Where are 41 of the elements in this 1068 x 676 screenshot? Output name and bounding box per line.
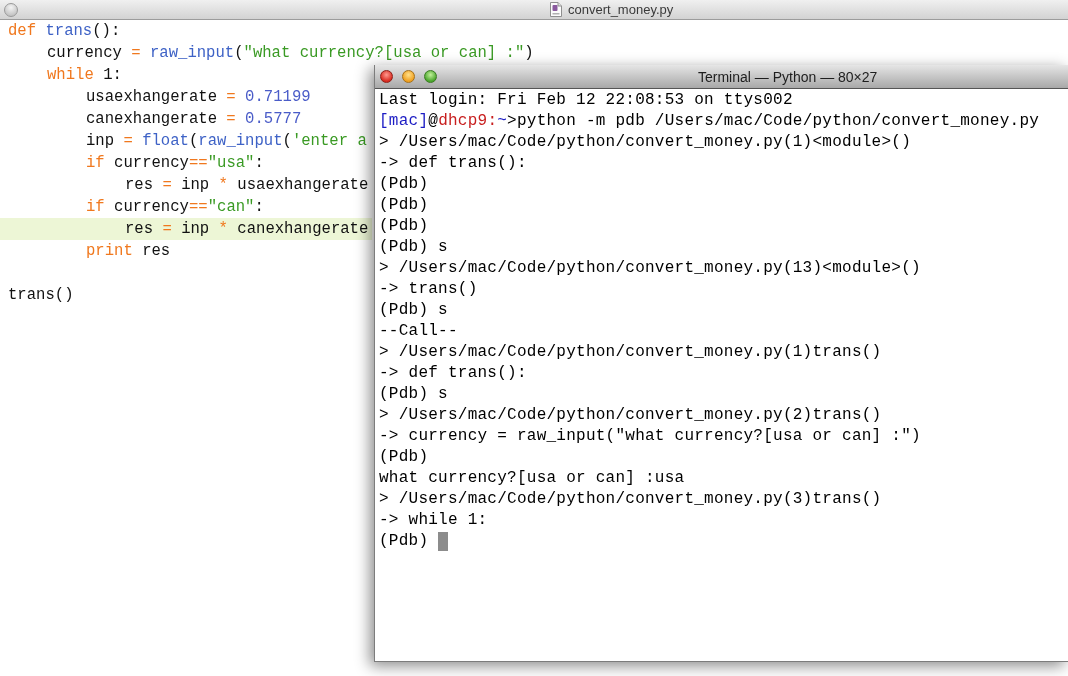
code-line: currency = raw_input("what currency?[usa or can] :") <box>47 44 534 62</box>
code-line: def trans(): <box>8 22 121 40</box>
terminal-line: > /Users/mac/Code/python/convert_money.py(13)<module>() <box>379 258 921 279</box>
terminal-line: -> while 1: <box>379 510 488 531</box>
terminal-line: Last login: Fri Feb 12 22:08:53 on ttys002 <box>379 90 793 111</box>
terminal-line: (Pdb) s <box>379 237 448 258</box>
terminal-line: -> def trans(): <box>379 363 527 384</box>
code-line: while 1: <box>47 66 122 84</box>
code-line: usaexhangerate = 0.71199 <box>86 88 311 106</box>
code-line: res = inp * canexhangerate <box>125 220 369 238</box>
text-cursor <box>438 532 449 551</box>
terminal-line: (Pdb) <box>379 531 429 552</box>
zoom-button[interactable] <box>424 70 437 83</box>
terminal-line: -> trans() <box>379 279 478 300</box>
terminal-line: (Pdb) <box>379 447 429 468</box>
code-line: inp = float(raw_input('enter a <box>86 132 367 150</box>
window-title: Terminal — Python — 80×27 <box>698 67 878 86</box>
code-line: res = inp * usaexhangerate <box>125 176 369 194</box>
code-line: canexhangerate = 0.5777 <box>86 110 302 128</box>
terminal-line: > /Users/mac/Code/python/convert_money.py(3)trans() <box>379 489 882 510</box>
code-line: if currency=="usa": <box>86 154 264 172</box>
minimize-button[interactable] <box>402 70 415 83</box>
close-button[interactable] <box>380 70 393 83</box>
code-line: if currency=="can": <box>86 198 264 216</box>
terminal-line: (Pdb) s <box>379 384 448 405</box>
terminal-line: > /Users/mac/Code/python/convert_money.py(2)trans() <box>379 405 882 426</box>
terminal-line: > /Users/mac/Code/python/convert_money.py(1)<module>() <box>379 132 911 153</box>
code-line: print res <box>86 242 171 260</box>
terminal-line: --Call-- <box>379 321 458 342</box>
terminal-line: (Pdb) <box>379 216 429 237</box>
terminal-line: (Pdb) <box>379 195 429 216</box>
terminal-line: what currency?[usa or can] :usa <box>379 468 685 489</box>
terminal-line: -> def trans(): <box>379 153 527 174</box>
window-title: convert_money.py <box>568 1 674 18</box>
terminal-line: > /Users/mac/Code/python/convert_money.py(1)trans() <box>379 342 882 363</box>
terminal-prompt-line: [mac]@dhcp9:~>python -m pdb /Users/mac/Code/python/convert_money.py <box>379 111 1040 132</box>
terminal-line: (Pdb) s <box>379 300 448 321</box>
document-icon <box>550 2 562 17</box>
terminal-line: -> currency = raw_input("what currency?[usa or can] :") <box>379 426 921 447</box>
code-line: trans() <box>8 286 74 304</box>
terminal-line: (Pdb) <box>379 174 429 195</box>
